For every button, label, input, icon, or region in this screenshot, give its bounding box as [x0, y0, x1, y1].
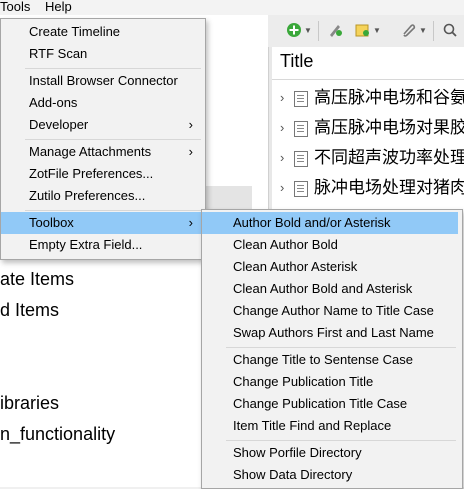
menu-item-empty-extra-field[interactable]: Empty Extra Field... — [1, 234, 205, 256]
menu-item-install-browser-connector[interactable]: Install Browser Connector — [1, 70, 205, 92]
item-title: 脉冲电场处理对猪肉 — [314, 178, 464, 197]
chevron-right-icon[interactable]: › — [280, 173, 284, 203]
item-row[interactable]: › 高压脉冲电场和谷氨 — [272, 83, 464, 113]
menu-item-show-data-directory[interactable]: Show Data Directory — [202, 464, 458, 486]
item-title: 不同超声波功率处理 — [314, 148, 464, 167]
document-icon — [294, 181, 308, 197]
menu-item-zutilo-preferences[interactable]: Zutilo Preferences... — [1, 185, 205, 207]
menu-separator — [226, 347, 456, 348]
menu-item-item-title-find-replace[interactable]: Item Title Find and Replace — [202, 415, 458, 437]
header-divider — [272, 79, 464, 80]
item-title: 高压脉冲电场和谷氨 — [314, 88, 464, 107]
menu-separator — [25, 139, 201, 140]
new-item-icon[interactable] — [285, 22, 303, 40]
toolbar-separator — [433, 21, 434, 41]
menu-item-rtf-scan[interactable]: RTF Scan — [1, 43, 205, 65]
menu-separator — [25, 210, 201, 211]
tools-menu: Create Timeline RTF Scan Install Browser… — [0, 18, 206, 260]
collection-label[interactable]: n_functionality — [0, 423, 115, 445]
menu-help[interactable]: Help — [45, 0, 72, 14]
menu-item-author-bold-asterisk[interactable]: Author Bold and/or Asterisk — [202, 212, 458, 234]
menu-item-developer[interactable]: Developer › — [1, 114, 205, 136]
menu-item-change-title-sentence-case[interactable]: Change Title to Sentense Case — [202, 349, 458, 371]
menu-item-change-publication-title[interactable]: Change Publication Title — [202, 371, 458, 393]
collection-label[interactable]: ibraries — [0, 392, 59, 414]
attachment-icon[interactable] — [399, 22, 417, 40]
menu-item-change-author-title-case[interactable]: Change Author Name to Title Case — [202, 300, 458, 322]
collection-label[interactable]: d Items — [0, 299, 59, 321]
chevron-down-icon[interactable]: ▼ — [373, 22, 381, 40]
toolbox-submenu: Author Bold and/or Asterisk Clean Author… — [201, 209, 463, 489]
chevron-right-icon[interactable]: › — [280, 83, 284, 113]
toolbar-separator — [318, 21, 319, 41]
menu-tools[interactable]: Tools — [0, 0, 30, 14]
chevron-right-icon: › — [188, 215, 193, 230]
chevron-down-icon[interactable]: ▼ — [419, 22, 427, 40]
collection-label[interactable]: ate Items — [0, 268, 74, 290]
menu-bar: Tools Help — [0, 0, 464, 15]
menu-item-change-publication-title-case[interactable]: Change Publication Title Case — [202, 393, 458, 415]
document-icon — [294, 121, 308, 137]
menu-item-toolbox[interactable]: Toolbox › — [1, 212, 205, 234]
item-row[interactable]: › 高压脉冲电场对果胶 — [272, 113, 464, 143]
document-icon — [294, 91, 308, 107]
chevron-right-icon: › — [188, 117, 193, 132]
new-note-icon[interactable] — [353, 22, 371, 40]
item-title: 高压脉冲电场对果胶 — [314, 118, 464, 137]
menu-item-swap-authors-names[interactable]: Swap Authors First and Last Name — [202, 322, 458, 344]
add-by-identifier-icon[interactable] — [326, 22, 344, 40]
menu-item-clean-author-bold[interactable]: Clean Author Bold — [202, 234, 458, 256]
chevron-right-icon: › — [188, 144, 193, 159]
menu-item-zotfile-preferences[interactable]: ZotFile Preferences... — [1, 163, 205, 185]
item-row[interactable]: › 不同超声波功率处理 — [272, 143, 464, 173]
chevron-down-icon[interactable]: ▼ — [304, 22, 312, 40]
menu-item-clean-author-bold-asterisk[interactable]: Clean Author Bold and Asterisk — [202, 278, 458, 300]
menu-item-add-ons[interactable]: Add-ons — [1, 92, 205, 114]
chevron-right-icon[interactable]: › — [280, 113, 284, 143]
menu-separator — [25, 68, 201, 69]
menu-item-show-profile-directory[interactable]: Show Porfile Directory — [202, 442, 458, 464]
menu-item-create-timeline[interactable]: Create Timeline — [1, 21, 205, 43]
menu-item-manage-attachments[interactable]: Manage Attachments › — [1, 141, 205, 163]
menu-item-clean-author-asterisk[interactable]: Clean Author Asterisk — [202, 256, 458, 278]
chevron-right-icon[interactable]: › — [280, 143, 284, 173]
search-icon[interactable] — [441, 22, 459, 40]
item-row[interactable]: › 脉冲电场处理对猪肉 — [272, 173, 464, 203]
column-header-title[interactable]: Title — [280, 51, 313, 72]
document-icon — [294, 151, 308, 167]
menu-separator — [226, 440, 456, 441]
